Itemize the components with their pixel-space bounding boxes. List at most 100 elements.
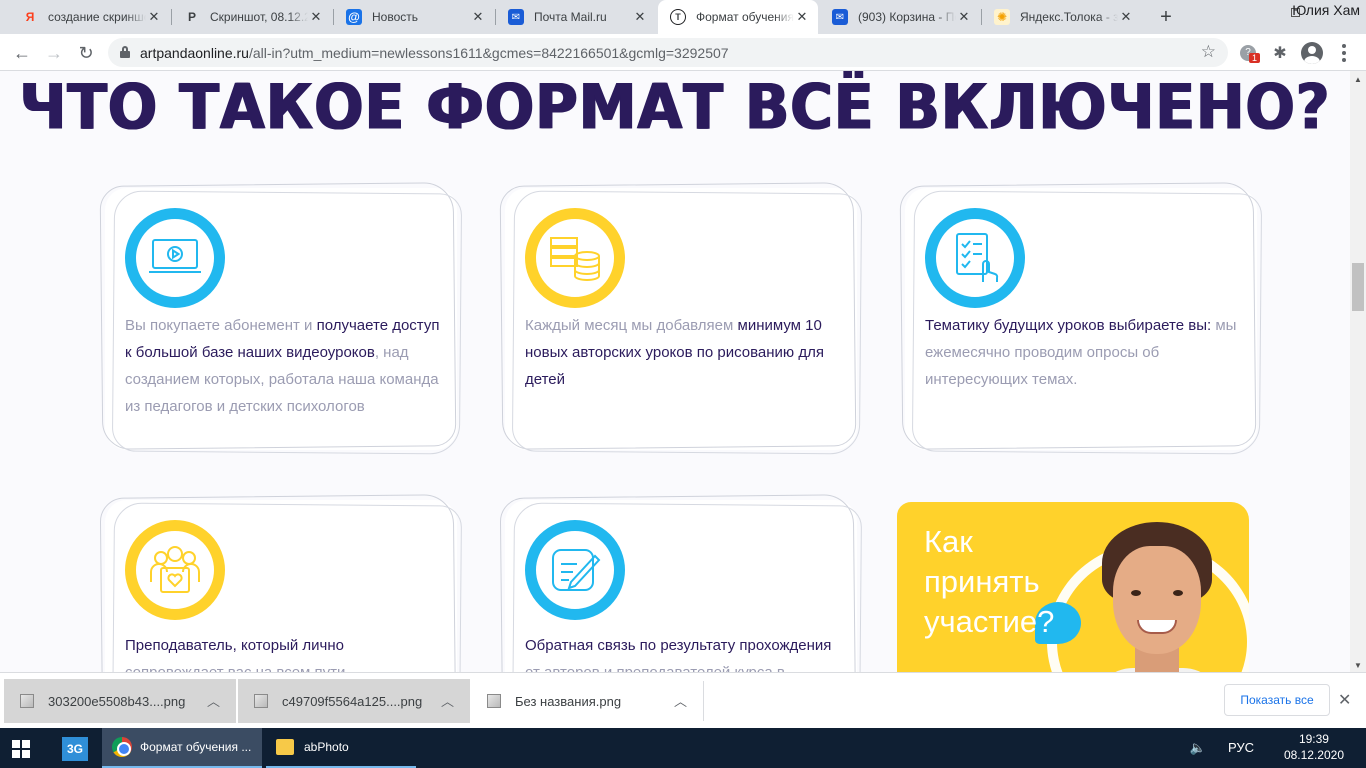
download-item[interactable]: c49709f5564a125....png ︿ bbox=[238, 679, 470, 723]
download-filename: 303200e5508b43....png bbox=[48, 693, 186, 709]
card-text-highlight: минимум 10 новых авторских уроков по рис… bbox=[525, 317, 824, 388]
teachers-icon bbox=[125, 520, 225, 620]
menu-dots-icon[interactable] bbox=[1332, 41, 1356, 65]
taskbar-item-label: Формат обучения ... bbox=[140, 740, 252, 754]
image-file-icon bbox=[487, 694, 501, 708]
scroll-down-arrow-icon[interactable]: ▼ bbox=[1354, 661, 1362, 670]
site-logo-icon: T bbox=[670, 9, 686, 25]
close-icon[interactable]: ✕ bbox=[1118, 9, 1134, 25]
tab-mail[interactable]: ✉ Почта Mail.ru ✕ bbox=[496, 0, 656, 34]
tab-news[interactable]: @ Новость ✕ bbox=[334, 0, 494, 34]
taskbar-item-abphoto[interactable]: abPhoto bbox=[266, 728, 416, 768]
download-item[interactable]: 303200e5508b43....png ︿ bbox=[4, 679, 236, 723]
scroll-up-arrow-icon[interactable]: ▲ bbox=[1354, 75, 1362, 84]
tab-title: Почта Mail.ru bbox=[534, 10, 607, 24]
card-text: Тематику будущих уроков выбираете вы: мы… bbox=[925, 312, 1243, 393]
taskbar-item-chrome[interactable]: Формат обучения ... bbox=[102, 728, 262, 768]
boy-eye bbox=[1173, 590, 1183, 596]
url-text[interactable]: artpandaonline.ru/all-in?utm_medium=newl… bbox=[140, 45, 729, 61]
bookmark-star-icon[interactable]: ☆ bbox=[1201, 42, 1216, 62]
image-file-icon bbox=[254, 694, 268, 708]
page-heading: ЧТО ТАКОЕ ФОРМАТ ВСЁ ВКЛЮЧЕНО? bbox=[19, 71, 1331, 144]
keyboard-language[interactable]: РУС bbox=[1228, 740, 1254, 755]
profile-avatar[interactable] bbox=[1300, 41, 1324, 65]
database-icon bbox=[525, 208, 625, 308]
tab-toloka[interactable]: ✺ Яндекс.Толока - задания ✕ bbox=[982, 0, 1142, 34]
card-text-plain: мы ежемесячно проводим опросы об интерес… bbox=[925, 317, 1237, 388]
close-icon[interactable]: ✕ bbox=[470, 9, 486, 25]
card-text-highlight: Преподаватель, который лично bbox=[125, 637, 344, 654]
folder-icon bbox=[276, 739, 294, 755]
close-icon[interactable]: ✕ bbox=[794, 9, 810, 25]
mail-envelope-icon: ✉ bbox=[508, 9, 524, 25]
tab-trash-mail[interactable]: ✉ (903) Корзина - Почта ✕ bbox=[820, 0, 980, 34]
download-filename: c49709f5564a125....png bbox=[282, 693, 423, 709]
new-tab-button[interactable]: + bbox=[1154, 5, 1178, 29]
boy-eye bbox=[1131, 590, 1141, 596]
download-item[interactable]: Без названия.png ︿ bbox=[471, 679, 703, 723]
address-bar[interactable]: artpandaonline.ru/all-in?utm_medium=newl… bbox=[108, 38, 1228, 67]
p-logo-icon: P bbox=[187, 10, 196, 24]
promo-title: Как принять участие? bbox=[924, 524, 1055, 639]
card-text: Обратная связь по результату прохождения… bbox=[525, 632, 843, 672]
tab-active-format[interactable]: T Формат обучения ✕ bbox=[658, 0, 818, 34]
card-text-highlight: получаете доступ к большой базе наших ви… bbox=[125, 317, 440, 361]
how-to-join-banner[interactable]: Как принять участие? bbox=[897, 502, 1249, 672]
chevron-up-icon[interactable]: ︿ bbox=[674, 691, 687, 710]
extension-shield-icon[interactable]: ? 1 bbox=[1236, 41, 1261, 65]
image-file-icon bbox=[20, 694, 34, 708]
card-text-highlight: Тематику будущих уроков выбираете вы: bbox=[925, 317, 1212, 334]
tab-title: Скриншот, 08.12.2020 bbox=[210, 10, 308, 24]
url-host: artpandaonline.ru bbox=[140, 45, 249, 61]
card-text: Каждый месяц мы добавляем минимум 10 нов… bbox=[525, 312, 843, 393]
web-page: ЧТО ТАКОЕ ФОРМАТ ВСЁ ВКЛЮЧЕНО? Вы покупа… bbox=[0, 71, 1350, 672]
back-button[interactable]: ← bbox=[8, 39, 36, 67]
tab-title: Формат обучения bbox=[696, 10, 794, 24]
checklist-icon bbox=[925, 208, 1025, 308]
extensions-puzzle-icon[interactable]: ✱ bbox=[1268, 41, 1292, 65]
extension-badge: 1 bbox=[1249, 53, 1261, 63]
card-text-plain: Вы покупаете абонемент и bbox=[125, 317, 317, 334]
video-lessons-icon bbox=[125, 208, 225, 308]
card-text: Вы покупаете абонемент и получаете досту… bbox=[125, 312, 443, 420]
boy-face bbox=[1113, 546, 1201, 654]
windows-start-icon[interactable] bbox=[12, 740, 30, 758]
chevron-up-icon[interactable]: ︿ bbox=[207, 691, 220, 710]
tab-screenshot[interactable]: P Скриншот, 08.12.2020 ✕ bbox=[172, 0, 332, 34]
download-shelf: 303200e5508b43....png ︿ c49709f5564a125.… bbox=[0, 672, 1366, 728]
tab-yandex-search[interactable]: Я создание скриншота ✕ bbox=[10, 0, 170, 34]
network-3g-icon[interactable]: 3G bbox=[62, 737, 88, 761]
card-text: Преподаватель, который лично сопровождае… bbox=[125, 632, 443, 672]
close-icon[interactable]: ✕ bbox=[956, 9, 972, 25]
feature-card-video-library: Вы покупаете абонемент и получаете досту… bbox=[105, 188, 457, 450]
tab-title: (903) Корзина - Почта bbox=[858, 10, 956, 24]
tab-title: создание скриншота bbox=[48, 10, 146, 24]
clock-date: 08.12.2020 bbox=[1283, 748, 1344, 762]
close-icon[interactable]: ✕ bbox=[308, 9, 324, 25]
scrollbar-thumb[interactable] bbox=[1352, 263, 1364, 311]
profile-name: Юлия Хам bbox=[1292, 2, 1360, 18]
mail-at-icon: @ bbox=[346, 9, 362, 25]
windows-taskbar: 3G Формат обучения ... abPhoto 🔈 РУС 19:… bbox=[0, 728, 1366, 768]
system-clock[interactable]: 19:39 08.12.2020 bbox=[1284, 731, 1344, 763]
lock-icon[interactable] bbox=[120, 46, 130, 58]
close-icon[interactable]: ✕ bbox=[146, 9, 162, 25]
taskbar-item-label: abPhoto bbox=[304, 740, 349, 754]
volume-icon[interactable]: 🔈 bbox=[1190, 740, 1206, 756]
page-scrollbar[interactable]: ▲ ▼ bbox=[1350, 71, 1366, 672]
browser-toolbar: ← → ↻ artpandaonline.ru/all-in?utm_mediu… bbox=[0, 34, 1366, 71]
feature-card-new-lessons: Каждый месяц мы добавляем минимум 10 нов… bbox=[505, 188, 857, 450]
forward-button[interactable]: → bbox=[40, 39, 68, 67]
reload-button[interactable]: ↻ bbox=[72, 39, 100, 67]
feature-card-personal-teacher: Преподаватель, который лично сопровождае… bbox=[105, 500, 457, 672]
toloka-icon: ✺ bbox=[994, 9, 1010, 25]
close-icon[interactable]: ✕ bbox=[632, 9, 648, 25]
close-icon[interactable]: ✕ bbox=[1338, 690, 1351, 710]
tab-title: Новость bbox=[372, 10, 419, 24]
chevron-up-icon[interactable]: ︿ bbox=[441, 691, 454, 710]
clock-time: 19:39 bbox=[1298, 732, 1329, 746]
card-text-plain: , над созданием которых, работала наша к… bbox=[125, 344, 439, 415]
show-all-downloads-button[interactable]: Показать все bbox=[1224, 684, 1330, 716]
tab-title: Яндекс.Толока - задания bbox=[1020, 10, 1118, 24]
card-text-highlight: Обратная связь по результату прохождения bbox=[525, 637, 832, 654]
